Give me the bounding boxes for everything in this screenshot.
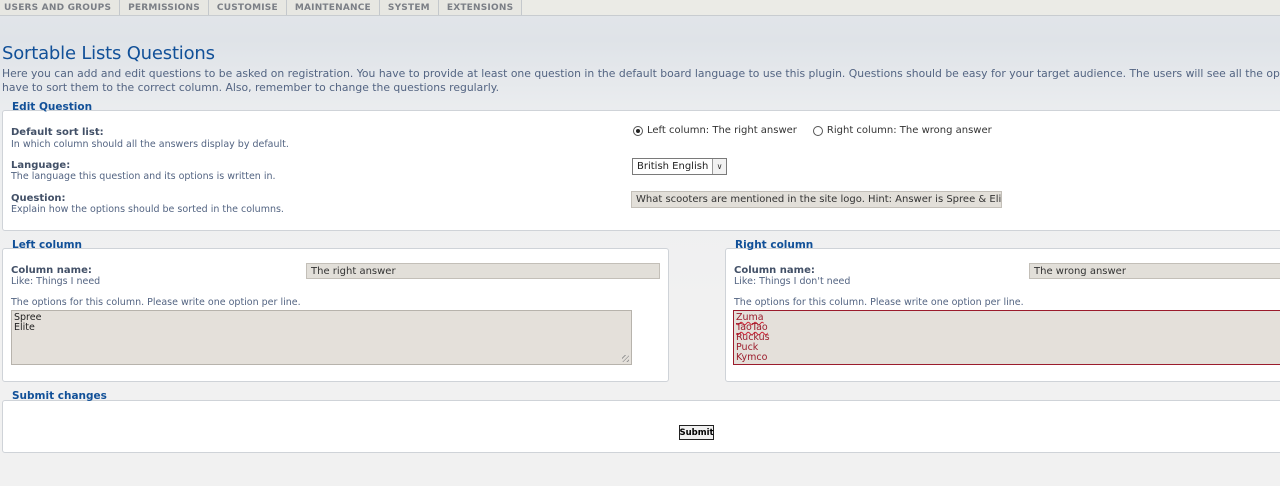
tab-permissions[interactable]: PERMISSIONS <box>120 0 209 15</box>
radio-right-column[interactable] <box>812 125 823 136</box>
left-column-options-label: The options for this column. Please writ… <box>11 297 301 308</box>
intro-line-1: Here you can add and edit questions to b… <box>2 67 1280 80</box>
page-title: Sortable Lists Questions <box>2 43 215 64</box>
option-line: Spree <box>14 312 42 323</box>
right-column-name-label: Column name: <box>734 265 815 276</box>
chevron-down-icon[interactable]: ∨ <box>712 159 726 174</box>
left-column-name-desc: Like: Things I need <box>11 276 101 287</box>
option-line: Ruckus <box>736 332 770 343</box>
option-line: Elite <box>14 322 35 333</box>
question-input[interactable]: What scooters are mentioned in the site … <box>631 191 1002 208</box>
radio-left-column[interactable] <box>633 125 643 136</box>
language-label: Language: <box>11 160 71 171</box>
submit-button[interactable]: Submit <box>679 425 714 440</box>
submit-legend: Submit changes <box>12 390 107 402</box>
edit-question-legend: Edit Question <box>12 101 93 113</box>
question-desc: Explain how the options should be sorted… <box>11 204 284 215</box>
left-column-name-label: Column name: <box>11 265 92 276</box>
right-column-options-textarea[interactable]: Zuma TaoTao Ruckus Puck Kymco <box>733 310 1280 365</box>
tab-extensions[interactable]: EXTENSIONS <box>438 0 523 15</box>
left-column-options-textarea[interactable]: Spree Elite <box>11 310 632 365</box>
option-line: Puck <box>736 342 759 353</box>
left-column-legend: Left column <box>12 239 82 251</box>
right-column-options-label: The options for this column. Please writ… <box>734 297 1024 308</box>
language-select[interactable]: British English ∨ <box>632 158 727 175</box>
tab-maintenance[interactable]: MAINTENANCE <box>286 0 380 15</box>
option-line: Zuma <box>736 312 764 323</box>
submit-panel <box>2 400 1280 453</box>
default-sort-radios: Left column: The right answer Right colu… <box>633 125 1008 136</box>
intro-line-2: have to sort them to the correct column.… <box>2 81 500 94</box>
option-line: Kymco <box>736 352 768 363</box>
default-sort-label: Default sort list: <box>11 127 104 138</box>
language-select-value: British English <box>637 161 709 172</box>
acp-tab-bar: USERS AND GROUPS PERMISSIONS CUSTOMISE M… <box>0 0 1280 16</box>
right-column-name-input[interactable]: The wrong answer <box>1029 263 1280 279</box>
tab-customise[interactable]: CUSTOMISE <box>208 0 287 15</box>
tab-users-and-groups[interactable]: USERS AND GROUPS <box>0 0 121 15</box>
tab-system[interactable]: SYSTEM <box>379 0 439 15</box>
resize-grip-icon[interactable] <box>622 355 629 362</box>
page-intro: Here you can add and edit questions to b… <box>2 67 1280 95</box>
question-label: Question: <box>11 193 66 204</box>
radio-left-column-label[interactable]: Left column: The right answer <box>647 125 797 136</box>
option-line: TaoTao <box>736 322 768 333</box>
right-column-name-desc: Like: Things I don't need <box>734 276 851 287</box>
language-desc: The language this question and its optio… <box>11 171 276 182</box>
right-column-legend: Right column <box>735 239 814 251</box>
default-sort-desc: In which column should all the answers d… <box>11 139 289 150</box>
radio-right-column-label[interactable]: Right column: The wrong answer <box>827 125 992 136</box>
left-column-name-input[interactable]: The right answer <box>306 263 660 279</box>
